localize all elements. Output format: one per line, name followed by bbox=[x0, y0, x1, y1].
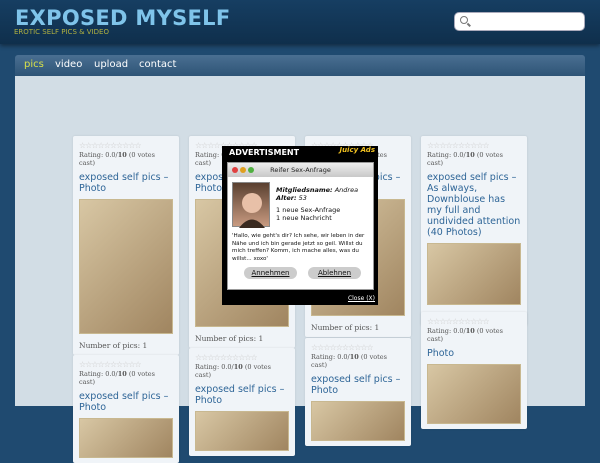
pic-count: Number of pics: 1 bbox=[311, 323, 380, 332]
site-header: EXPOSED MYSELF EROTIC SELF PICS & VIDEO bbox=[0, 0, 600, 44]
advertisement-popup: ADVERTISMENT Juicy Ads Reifer Sex-Anfrag… bbox=[222, 146, 378, 305]
pic-count: Number of pics: 1 bbox=[195, 334, 264, 343]
post-title-link[interactable]: exposed self pics – As always, Downblous… bbox=[427, 172, 521, 238]
age-label: Alter: bbox=[276, 194, 297, 202]
ad-window-titlebar: Reifer Sex-Anfrage bbox=[228, 163, 373, 177]
post-title-link[interactable]: exposed self pics – Photo bbox=[79, 172, 173, 194]
post-thumbnail[interactable] bbox=[427, 243, 521, 305]
post-title-link[interactable]: Photo bbox=[427, 348, 521, 359]
rating-stars[interactable]: ☆☆☆☆☆☆☆☆☆☆ bbox=[195, 353, 289, 362]
rating-max: 10 bbox=[233, 363, 243, 371]
nav-upload[interactable]: upload bbox=[94, 59, 128, 70]
rating-max: 10 bbox=[465, 151, 475, 159]
ad-message: 'Hallo, wie geht's dir? Ich sehe, wir le… bbox=[232, 233, 365, 262]
site-logo[interactable]: EXPOSED MYSELF bbox=[15, 6, 231, 30]
nav-pics[interactable]: pics bbox=[24, 59, 44, 70]
age-value: 53 bbox=[298, 194, 307, 202]
rating-text: Rating: 0.0/10 (0 votes cast) bbox=[427, 327, 521, 343]
rating-prefix: Rating: 0.0/ bbox=[195, 363, 234, 371]
profile-photo[interactable] bbox=[232, 182, 270, 228]
post-title-link[interactable]: exposed self pics – Photo bbox=[79, 391, 173, 413]
post-thumbnail[interactable] bbox=[195, 411, 289, 451]
rating-max: 10 bbox=[117, 370, 127, 378]
rating-text: Rating: 0.0/10 (0 votes cast) bbox=[427, 151, 521, 167]
ad-label: ADVERTISMENT bbox=[229, 148, 300, 157]
rating-stars[interactable]: ☆☆☆☆☆☆☆☆☆☆ bbox=[427, 141, 521, 150]
site-tagline: EROTIC SELF PICS & VIDEO bbox=[14, 28, 109, 36]
rating-stars[interactable]: ☆☆☆☆☆☆☆☆☆☆ bbox=[311, 343, 405, 352]
post-card: ☆☆☆☆☆☆☆☆☆☆ Rating: 0.0/10 (0 votes cast)… bbox=[73, 355, 179, 463]
rating-prefix: Rating: 0.0/ bbox=[311, 353, 350, 361]
rating-text: Rating: 0.0/10 (0 votes cast) bbox=[311, 353, 405, 369]
rating-max: 10 bbox=[465, 327, 475, 335]
post-card: ☆☆☆☆☆☆☆☆☆☆ Rating: 0.0/10 (0 votes cast)… bbox=[421, 312, 527, 429]
nav-contact[interactable]: contact bbox=[139, 59, 176, 70]
decline-button[interactable]: Ablehnen bbox=[308, 267, 361, 279]
rating-prefix: Rating: 0.0/ bbox=[427, 151, 466, 159]
member-name: Andrea bbox=[334, 186, 359, 194]
post-title-link[interactable]: exposed self pics – Photo bbox=[311, 374, 405, 396]
nav-video[interactable]: video bbox=[55, 59, 82, 70]
notification-1: 1 neue Sex-Anfrage bbox=[276, 206, 341, 214]
ad-window: Reifer Sex-Anfrage Mitgliedsname: Andrea… bbox=[227, 162, 374, 290]
post-card: ☆☆☆☆☆☆☆☆☆☆ Rating: 0.0/10 (0 votes cast)… bbox=[73, 136, 179, 355]
profile-info: Mitgliedsname: Andrea Alter: 53 1 neue S… bbox=[276, 186, 358, 222]
rating-stars[interactable]: ☆☆☆☆☆☆☆☆☆☆ bbox=[79, 141, 173, 150]
profile-photo-graphic bbox=[239, 193, 265, 228]
ad-window-title: Reifer Sex-Anfrage bbox=[270, 166, 331, 174]
ad-brand-logo[interactable]: Juicy Ads bbox=[339, 147, 375, 154]
minimize-dot-icon bbox=[240, 167, 246, 173]
rating-stars[interactable]: ☆☆☆☆☆☆☆☆☆☆ bbox=[427, 317, 521, 326]
rating-prefix: Rating: 0.0/ bbox=[427, 327, 466, 335]
ad-close-link[interactable]: Close (X) bbox=[348, 295, 375, 302]
post-thumbnail[interactable] bbox=[311, 401, 405, 441]
post-thumbnail[interactable] bbox=[79, 418, 173, 458]
rating-prefix: Rating: 0.0/ bbox=[79, 151, 118, 159]
close-dot-icon bbox=[232, 167, 238, 173]
maximize-dot-icon bbox=[248, 167, 254, 173]
main-nav: pics video upload contact bbox=[15, 55, 585, 76]
rating-text: Rating: 0.0/10 (0 votes cast) bbox=[79, 151, 173, 167]
post-title-link[interactable]: exposed self pics – Photo bbox=[195, 384, 289, 406]
post-thumbnail[interactable] bbox=[79, 199, 173, 334]
search-input[interactable] bbox=[454, 12, 585, 31]
post-card: ☆☆☆☆☆☆☆☆☆☆ Rating: 0.0/10 (0 votes cast)… bbox=[305, 338, 411, 446]
member-label: Mitgliedsname: bbox=[276, 186, 333, 194]
rating-max: 10 bbox=[117, 151, 127, 159]
rating-max: 10 bbox=[349, 353, 359, 361]
search-icon bbox=[460, 16, 468, 24]
rating-text: Rating: 0.0/10 (0 votes cast) bbox=[79, 370, 173, 386]
rating-stars[interactable]: ☆☆☆☆☆☆☆☆☆☆ bbox=[79, 360, 173, 369]
post-card: ☆☆☆☆☆☆☆☆☆☆ Rating: 0.0/10 (0 votes cast)… bbox=[189, 348, 295, 456]
pic-count: Number of pics: 1 bbox=[79, 341, 148, 350]
accept-button[interactable]: Annehmen bbox=[244, 267, 297, 279]
rating-text: Rating: 0.0/10 (0 votes cast) bbox=[195, 363, 289, 379]
post-thumbnail[interactable] bbox=[427, 364, 521, 424]
notification-2: 1 neue Nachricht bbox=[276, 214, 332, 222]
rating-prefix: Rating: 0.0/ bbox=[79, 370, 118, 378]
post-card: ☆☆☆☆☆☆☆☆☆☆ Rating: 0.0/10 (0 votes cast)… bbox=[421, 136, 527, 326]
